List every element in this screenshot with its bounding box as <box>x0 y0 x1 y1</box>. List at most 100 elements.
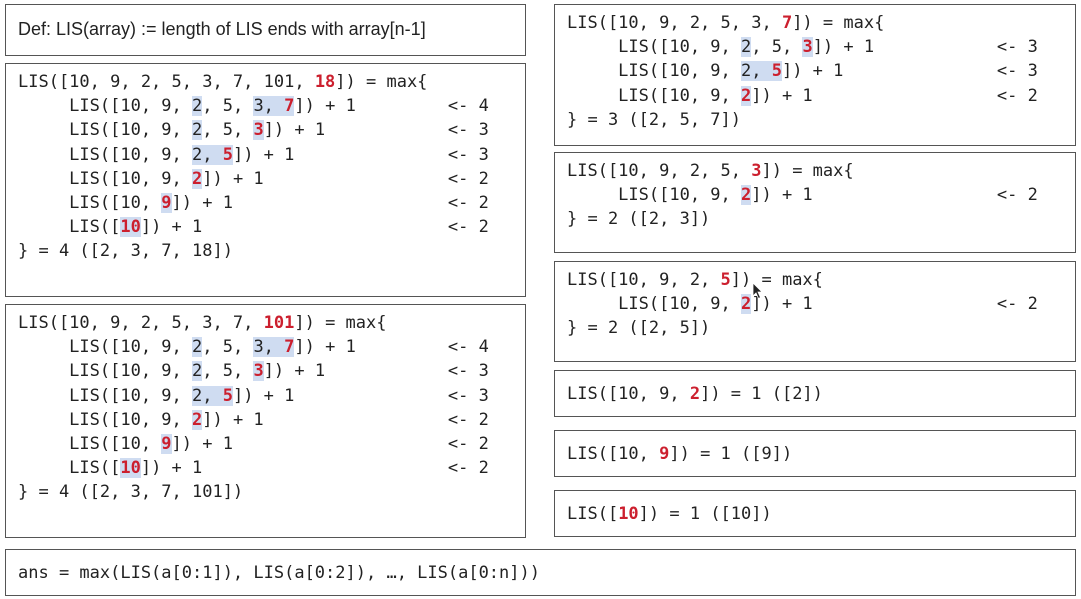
code-text: LIS([10, 9, <box>18 361 192 382</box>
code-text: } = 2 ([2, 5]) <box>567 318 711 339</box>
code-text: ]) + 1 <- 2 <box>171 192 489 213</box>
code-line: ans = max(LIS(a[0:1]), LIS(a[0:2]), …, L… <box>18 561 540 585</box>
highlighted-token: 10 <box>618 504 639 524</box>
code-text: ]) + 1 <- 3 <box>781 61 1038 82</box>
code-line: LIS([10, 9, 2, 5, 3, 7, 101, 18]) = max{ <box>18 70 489 94</box>
code-text: ]) + 1 <- 2 <box>202 409 489 430</box>
answer-box: ans = max(LIS(a[0:1]), LIS(a[0:2]), …, L… <box>5 549 1076 596</box>
code-text: ]) + 1 <- 4 <box>294 96 489 117</box>
highlighted-token: 5 <box>720 270 731 290</box>
code-text: LIS([10, 9, <box>18 96 192 117</box>
highlighted-token: 5 <box>771 61 782 82</box>
code-line: LIS([10, 9, 2, 5, 3, 7]) + 1 <- 4 <box>18 335 489 359</box>
code-block: LIS([10, 9]) = 1 ([9]) <box>567 442 792 466</box>
code-text: LIS([10, 9, <box>18 385 192 406</box>
code-line: LIS([10, 9, 2]) + 1 <- 2 <box>18 167 489 191</box>
code-block: LIS([10, 9, 2]) = 1 ([2]) <box>567 382 823 406</box>
code-text: LIS([10, 9, <box>567 294 741 315</box>
code-text: , 5, <box>202 120 254 141</box>
code-line: LIS([10, 9, 2]) + 1 <- 2 <box>567 183 1038 207</box>
code-text: ]) + 1 <- 2 <box>751 294 1038 315</box>
code-line: LIS([10, 9, 2, 5, 3]) + 1 <- 3 <box>18 359 489 383</box>
highlighted-token: 2 <box>689 384 701 404</box>
code-text: ]) + 1 <- 3 <box>263 120 489 141</box>
code-text: LIS([10, 9, 2, 5, 3, <box>567 13 782 33</box>
code-text: ans = max(LIS(a[0:1]), LIS(a[0:2]), …, L… <box>18 563 540 583</box>
panel-lis-3: LIS([10, 9, 2, 5, 3]) = max{ LIS([10, 9,… <box>554 152 1076 253</box>
code-text: ]) + 1 <- 2 <box>202 168 489 189</box>
highlighted-token: 9 <box>659 444 670 464</box>
code-text: ]) = max{ <box>792 13 885 33</box>
definition-text: Def: LIS(array) := length of LIS ends wi… <box>18 19 426 39</box>
code-text: , 5, <box>202 96 254 117</box>
code-text: LIS([10, 9, 2, 5, <box>567 161 752 181</box>
highlighted-token: 2 <box>741 294 752 315</box>
code-text: ]) = 1 ([2]) <box>700 384 823 404</box>
definition-box: Def: LIS(array) := length of LIS ends wi… <box>5 4 526 56</box>
code-line: LIS([10]) + 1 <- 2 <box>18 215 489 239</box>
mouse-cursor-icon <box>752 282 763 300</box>
highlighted-token: 2 <box>192 168 203 189</box>
panel-lis-5: LIS([10, 9, 2, 5]) = max{ LIS([10, 9, 2]… <box>554 261 1076 362</box>
code-text: LIS([10, 9, <box>18 409 192 430</box>
code-text: LIS([10, 9, 2, <box>567 270 721 290</box>
code-line: } = 4 ([2, 3, 7, 18]) <box>18 239 489 263</box>
code-line: LIS([10]) = 1 ([10]) <box>567 502 772 526</box>
highlighted-token: 2 <box>192 361 203 382</box>
code-text: ]) + 1 <- 2 <box>171 433 489 454</box>
highlighted-token: 10 <box>120 458 141 479</box>
code-line: LIS([10, 9, 2, 5]) + 1 <- 3 <box>567 59 1038 83</box>
highlighted-token: 5 <box>222 385 233 406</box>
code-text: LIS([10, 9, <box>18 144 192 165</box>
highlighted-token: 10 <box>120 217 141 238</box>
panel-lis-18: LIS([10, 9, 2, 5, 3, 7, 101, 18]) = max{… <box>5 63 526 297</box>
code-block: LIS([10, 9, 2, 5]) = max{ LIS([10, 9, 2]… <box>567 268 1038 341</box>
highlighted-token: 2, <box>192 144 223 165</box>
highlighted-token: 9 <box>161 192 172 213</box>
code-line: LIS([10, 9, 2, 5, 3, 7, 101]) = max{ <box>18 311 489 335</box>
panel-lis-9: LIS([10, 9]) = 1 ([9]) <box>554 430 1076 477</box>
highlighted-token: 3 <box>253 120 264 141</box>
highlighted-token: 7 <box>781 13 793 33</box>
code-line: LIS([10, 9, 2]) + 1 <- 2 <box>18 408 489 432</box>
code-text: LIS([10, 9, <box>567 37 741 58</box>
code-block: LIS([10, 9, 2, 5, 3, 7]) = max{ LIS([10,… <box>567 11 1038 132</box>
code-text: ]) = max{ <box>761 161 854 181</box>
code-line: LIS([10]) + 1 <- 2 <box>18 456 489 480</box>
code-text: ]) + 1 <- 3 <box>232 144 489 165</box>
code-text: LIS([10, 9, 2, 5, 3, 7, <box>18 313 264 333</box>
code-text: ]) = 1 ([9]) <box>669 444 793 464</box>
code-text: LIS([10, 9, <box>18 168 192 189</box>
highlighted-token: 2 <box>192 96 203 117</box>
code-block: ans = max(LIS(a[0:1]), LIS(a[0:2]), …, L… <box>18 561 540 585</box>
code-line: LIS([10, 9]) = 1 ([9]) <box>567 442 792 466</box>
code-line: LIS([10, 9, 2, 5, 3]) = max{ <box>567 159 1038 183</box>
code-text: ]) + 1 <- 2 <box>751 85 1038 106</box>
code-text: LIS([10, 9, 2, 5, 3, 7, 101, <box>18 72 315 92</box>
code-text: ]) + 1 <- 3 <box>812 37 1038 58</box>
highlighted-token: 3 <box>253 361 264 382</box>
highlighted-token: 2 <box>192 337 203 358</box>
highlighted-token: 5 <box>222 144 233 165</box>
code-text: ]) + 1 <- 2 <box>140 217 489 238</box>
code-text: } = 4 ([2, 3, 7, 18]) <box>18 241 233 262</box>
highlighted-token: 3, <box>253 337 285 358</box>
code-text: ]) + 1 <- 4 <box>294 337 489 358</box>
code-block: LIS([10, 9, 2, 5, 3, 7, 101]) = max{ LIS… <box>18 311 489 505</box>
code-text: , 5, <box>202 337 254 358</box>
code-text: } = 3 ([2, 5, 7]) <box>567 109 741 130</box>
code-line: LIS([10, 9]) + 1 <- 2 <box>18 432 489 456</box>
code-text: LIS([10, <box>18 192 162 213</box>
highlighted-token: 2 <box>741 185 752 206</box>
code-text: ]) = 1 ([10]) <box>638 504 772 524</box>
code-text: ]) + 1 <- 2 <box>140 458 489 479</box>
highlighted-token: 3 <box>802 37 813 58</box>
code-line: LIS([10, 9, 2]) + 1 <- 2 <box>567 292 1038 316</box>
highlighted-token: 7 <box>284 337 295 358</box>
highlighted-token: 2 <box>192 120 203 141</box>
highlighted-token: 3 <box>751 161 762 181</box>
code-text: LIS([10, 9, <box>18 337 192 358</box>
code-line: } = 2 ([2, 5]) <box>567 316 1038 340</box>
code-line: } = 4 ([2, 3, 7, 101]) <box>18 480 489 504</box>
code-text: ]) + 1 <- 3 <box>263 361 489 382</box>
